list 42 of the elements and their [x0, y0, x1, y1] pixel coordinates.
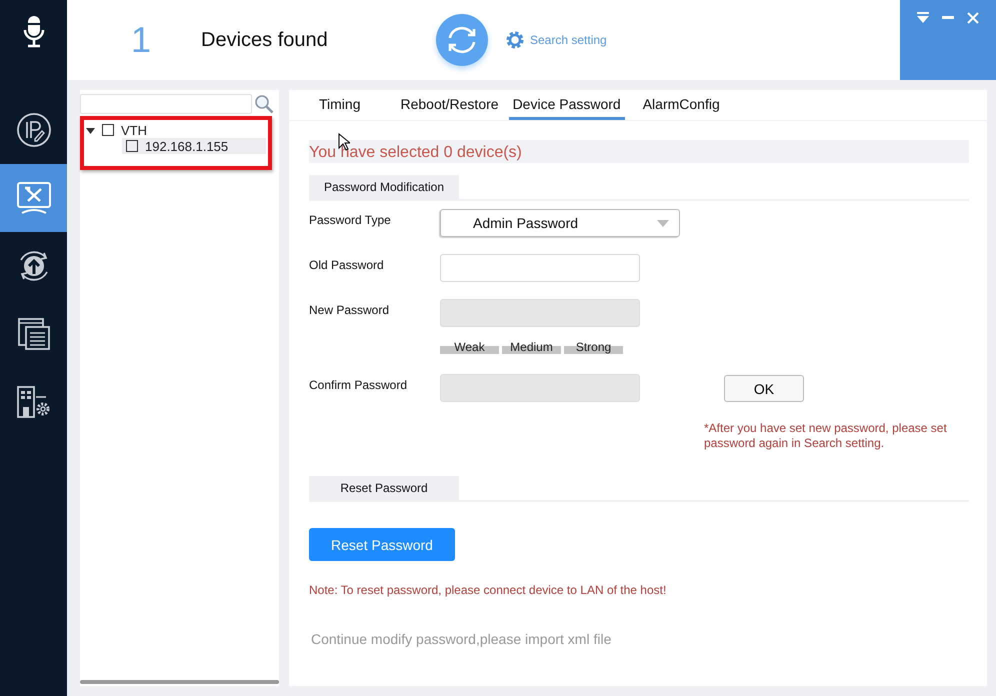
devices-found-label: Devices found — [201, 28, 329, 52]
settings-icon[interactable] — [505, 30, 525, 50]
building-gear-icon — [16, 385, 52, 419]
refresh-button[interactable] — [436, 14, 488, 66]
field-label: Password Type — [309, 212, 392, 227]
password-note: *After you have set new password, please set password again in Search setting. — [704, 421, 948, 451]
reset-note: Note: To reset password, please connect device to LAN of the host! — [309, 583, 668, 597]
checkbox[interactable] — [126, 140, 138, 152]
tree-label: VTH — [121, 122, 147, 138]
strength-level: Weak — [440, 341, 499, 354]
ip-edit-icon — [16, 112, 52, 148]
tree-node[interactable]: 192.168.1.155 — [122, 138, 266, 154]
microphone-icon — [22, 15, 44, 49]
search-icon[interactable] — [254, 94, 274, 114]
strength-level: Medium — [502, 341, 561, 354]
tab[interactable]: Reboot/Restore — [396, 90, 503, 120]
password-type-dropdown[interactable]: Admin Password — [440, 209, 680, 237]
refresh-icon — [446, 26, 478, 54]
search-field[interactable] — [80, 94, 252, 114]
minimize-icon[interactable] — [942, 16, 954, 19]
caret-icon — [657, 220, 669, 226]
tab[interactable]: AlarmConfig — [638, 90, 724, 120]
field-label: Old Password — [309, 257, 385, 272]
windows-list-icon — [16, 317, 50, 351]
password-field[interactable] — [440, 254, 640, 282]
tools-monitor-icon — [16, 181, 52, 215]
close-icon[interactable] — [967, 12, 980, 24]
scrollbar[interactable] — [80, 680, 279, 684]
tab[interactable]: Timing — [315, 90, 364, 120]
expand-arrow-icon[interactable] — [86, 126, 95, 134]
checkbox[interactable] — [102, 124, 114, 136]
field-label: New Password — [309, 302, 390, 317]
dropdown-menu-icon[interactable] — [916, 12, 929, 23]
ok-button[interactable]: OK — [724, 375, 804, 402]
device-count: 1 — [131, 19, 152, 61]
selection-notice: You have selected 0 device(s) — [309, 140, 969, 163]
tree-label: 192.168.1.155 — [145, 138, 228, 154]
strength-level: Strong — [564, 341, 623, 354]
import-hint: Continue modify password,please import xml file — [311, 631, 612, 647]
tab[interactable]: Device Password — [508, 90, 625, 120]
tree-node[interactable]: VTH — [84, 122, 268, 138]
field-label: Confirm Password — [309, 377, 408, 392]
